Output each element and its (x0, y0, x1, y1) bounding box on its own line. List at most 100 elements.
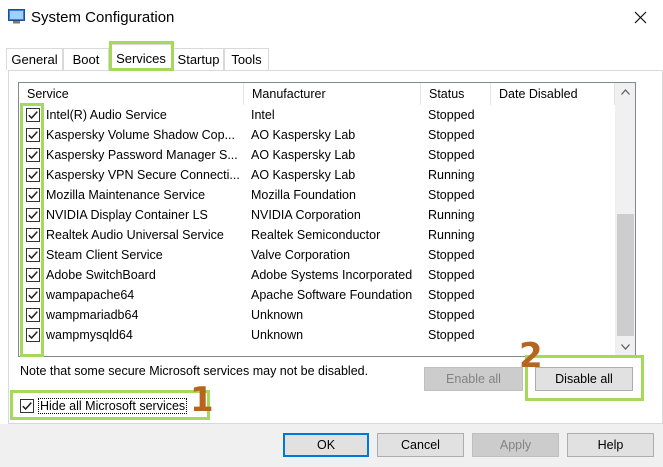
table-row[interactable]: wampapache64 Apache Software Foundation St… (19, 285, 615, 305)
manufacturer-cell: Mozilla Foundation (251, 188, 356, 202)
column-header-status[interactable]: Status (421, 83, 491, 105)
status-cell: Stopped (428, 128, 475, 142)
close-button[interactable] (620, 0, 660, 34)
service-name-cell: wampapache64 (46, 288, 135, 302)
status-cell: Running (428, 208, 475, 222)
service-name-cell: Kaspersky Password Manager S... (46, 148, 238, 162)
cancel-button[interactable]: Cancel (377, 433, 464, 457)
service-name-cell: Adobe SwitchBoard (46, 268, 156, 282)
checkmark-icon (22, 402, 32, 411)
tab-boot[interactable]: Boot (63, 48, 109, 70)
table-row[interactable]: Steam Client Service Valve Corporation Sto… (19, 245, 615, 265)
checkmark-icon (28, 291, 38, 300)
table-row[interactable]: Realtek Audio Universal Service Realtek S… (19, 225, 615, 245)
apply-button[interactable]: Apply (472, 433, 559, 457)
service-checkbox[interactable] (26, 108, 40, 122)
status-cell: Stopped (428, 328, 475, 342)
manufacturer-cell: AO Kaspersky Lab (251, 168, 356, 182)
service-checkbox[interactable] (26, 188, 40, 202)
tab-tools[interactable]: Tools (224, 48, 269, 70)
checkmark-icon (28, 171, 38, 180)
checkmark-icon (28, 311, 38, 320)
service-checkbox[interactable] (26, 248, 40, 262)
checkmark-icon (28, 211, 38, 220)
service-name-cell: NVIDIA Display Container LS (46, 208, 208, 222)
status-cell: Running (428, 228, 475, 242)
manufacturer-cell: NVIDIA Corporation (251, 208, 361, 222)
service-checkbox[interactable] (26, 268, 40, 282)
hide-microsoft-services-checkbox[interactable] (20, 399, 34, 413)
scroll-up-button[interactable] (615, 83, 635, 101)
service-checkbox[interactable] (26, 228, 40, 242)
checkmark-icon (28, 251, 38, 260)
status-cell: Stopped (428, 268, 475, 282)
column-header-service[interactable]: Service (19, 83, 244, 105)
title-bar: System Configuration (0, 0, 663, 36)
secure-services-note: Note that some secure Microsoft services… (20, 364, 369, 378)
table-row[interactable]: Kaspersky Volume Shadow Cop... AO Kaspers… (19, 125, 615, 145)
column-header-manufacturer[interactable]: Manufacturer (244, 83, 421, 105)
service-checkbox[interactable] (26, 168, 40, 182)
checkmark-icon (28, 151, 38, 160)
checkmark-icon (28, 271, 38, 280)
ok-button[interactable]: OK (283, 433, 369, 457)
service-checkbox[interactable] (26, 308, 40, 322)
service-name-cell: Realtek Audio Universal Service (46, 228, 224, 242)
enable-all-button[interactable]: Enable all (424, 367, 523, 391)
hide-microsoft-services-highlight: Hide all Microsoft services (10, 390, 210, 420)
service-checkbox[interactable] (26, 128, 40, 142)
tab-startup[interactable]: Startup (173, 48, 224, 70)
status-cell: Stopped (428, 308, 475, 322)
service-checkbox[interactable] (26, 208, 40, 222)
service-name-cell: Kaspersky VPN Secure Connecti... (46, 168, 240, 182)
table-row[interactable]: Mozilla Maintenance Service Mozilla Found… (19, 185, 615, 205)
status-cell: Running (428, 168, 475, 182)
manufacturer-cell: Unknown (251, 328, 304, 342)
hide-microsoft-services-label[interactable]: Hide all Microsoft services (38, 398, 188, 414)
table-row[interactable]: Kaspersky Password Manager S... AO Kasper… (19, 145, 615, 165)
table-row[interactable]: Kaspersky VPN Secure Connecti... AO Kaspe… (19, 165, 615, 185)
scroll-thumb[interactable] (617, 214, 634, 336)
services-list-header: Service Manufacturer Status Date Disable… (19, 83, 615, 105)
service-checkbox[interactable] (26, 288, 40, 302)
checkmark-icon (28, 131, 38, 140)
service-name-cell: Kaspersky Volume Shadow Cop... (46, 128, 235, 142)
service-name-cell: wampmariadb64 (46, 308, 139, 322)
tab-services[interactable]: Services (109, 44, 173, 71)
system-configuration-app-icon (8, 9, 25, 24)
service-checkbox[interactable] (26, 148, 40, 162)
checkmark-icon (28, 331, 38, 340)
checkmark-icon (28, 231, 38, 240)
disable-all-button[interactable]: Disable all (535, 367, 633, 391)
table-row[interactable]: Adobe SwitchBoard Adobe Systems Incorpora… (19, 265, 615, 285)
status-cell: Stopped (428, 148, 475, 162)
window-title: System Configuration (31, 9, 175, 26)
services-list-scrollbar[interactable] (615, 83, 635, 356)
manufacturer-cell: Apache Software Foundation (251, 288, 413, 302)
manufacturer-cell: Realtek Semiconductor (251, 228, 381, 242)
services-list[interactable]: Service Manufacturer Status Date Disable… (18, 82, 636, 357)
manufacturer-cell: Adobe Systems Incorporated (251, 268, 413, 282)
scroll-down-button[interactable] (615, 338, 635, 356)
chevron-up-icon (621, 89, 630, 95)
service-name-cell: wampmysqld64 (46, 328, 133, 342)
close-icon (634, 11, 646, 23)
service-name-cell: Mozilla Maintenance Service (46, 188, 206, 202)
column-header-date-disabled[interactable]: Date Disabled (491, 83, 615, 105)
table-row[interactable]: Intel(R) Audio Service Intel Stopped (19, 105, 615, 125)
tab-strip: General Boot Services Startup Tools (0, 44, 663, 71)
tab-general[interactable]: General (6, 48, 63, 70)
status-cell: Stopped (428, 248, 475, 262)
checkmark-icon (28, 111, 38, 120)
table-row[interactable]: wampmariadb64 Unknown Stopped (19, 305, 615, 325)
manufacturer-cell: AO Kaspersky Lab (251, 128, 356, 142)
service-checkbox[interactable] (26, 328, 40, 342)
status-cell: Stopped (428, 108, 475, 122)
manufacturer-cell: AO Kaspersky Lab (251, 148, 356, 162)
status-cell: Stopped (428, 288, 475, 302)
manufacturer-cell: Unknown (251, 308, 304, 322)
help-button[interactable]: Help (567, 433, 654, 457)
checkmark-icon (28, 191, 38, 200)
step-1-marker: 1 (190, 380, 214, 420)
table-row[interactable]: NVIDIA Display Container LS NVIDIA Corpor… (19, 205, 615, 225)
